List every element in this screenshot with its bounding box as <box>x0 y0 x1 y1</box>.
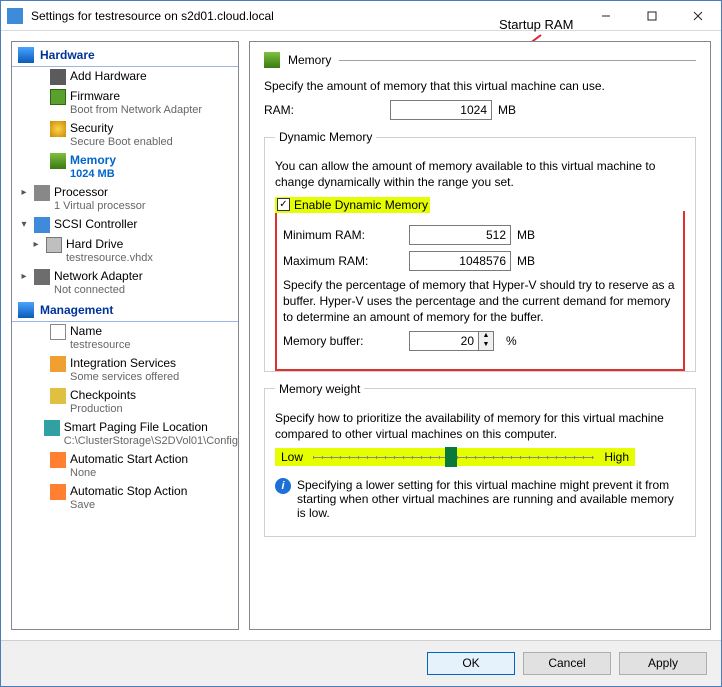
buffer-spinner[interactable]: ▲▼ <box>479 331 494 351</box>
scsi-icon <box>34 217 50 233</box>
management-icon <box>18 302 34 318</box>
sidebar-item-scsi[interactable]: ▾ SCSI Controller <box>12 215 238 235</box>
auto-start-icon <box>50 452 66 468</box>
firmware-icon <box>50 89 66 105</box>
integration-icon <box>50 356 66 372</box>
settings-window: Startup RAM Settings for testresource on… <box>0 0 722 687</box>
ram-input[interactable] <box>390 100 492 120</box>
memory-weight-legend: Memory weight <box>275 382 364 396</box>
sidebar-item-network[interactable]: ▸ Network AdapterNot connected <box>12 267 238 299</box>
window-title: Settings for testresource on s2d01.cloud… <box>29 9 274 23</box>
app-icon <box>7 8 23 24</box>
smart-paging-icon <box>44 420 60 436</box>
hardware-icon <box>18 47 34 63</box>
unit-mb: MB <box>498 103 516 117</box>
minimize-button[interactable] <box>583 1 629 31</box>
sidebar-item-firmware[interactable]: FirmwareBoot from Network Adapter <box>12 87 238 119</box>
sidebar[interactable]: Hardware Add Hardware FirmwareBoot from … <box>11 41 239 630</box>
titlebar: Settings for testresource on s2d01.cloud… <box>1 1 721 31</box>
intro-text: Specify the amount of memory that this v… <box>264 78 696 94</box>
network-icon <box>34 269 50 285</box>
memory-weight-slider[interactable]: Low High <box>275 448 635 466</box>
info-icon: i <box>275 478 291 494</box>
unit-mb: MB <box>517 254 535 268</box>
min-ram-label: Minimum RAM: <box>283 228 403 242</box>
enable-dynamic-memory-checkbox[interactable]: ✓ <box>277 198 290 211</box>
auto-stop-icon <box>50 484 66 500</box>
section-hardware: Hardware <box>12 44 238 67</box>
pane-title: Memory <box>288 53 331 67</box>
checkpoints-icon <box>50 388 66 404</box>
collapse-icon[interactable]: ▾ <box>18 218 30 232</box>
section-label: Hardware <box>40 48 95 62</box>
max-ram-input[interactable] <box>409 251 511 271</box>
buffer-label: Memory buffer: <box>283 334 403 348</box>
memory-icon <box>50 153 66 169</box>
hard-drive-icon <box>46 237 62 253</box>
sidebar-item-integration[interactable]: Integration ServicesSome services offere… <box>12 354 238 386</box>
unit-mb: MB <box>517 228 535 242</box>
section-label: Management <box>40 303 113 317</box>
sidebar-item-processor[interactable]: ▸ Processor1 Virtual processor <box>12 183 238 215</box>
dynamic-memory-legend: Dynamic Memory <box>275 130 376 144</box>
sidebar-item-auto-start[interactable]: Automatic Start ActionNone <box>12 450 238 482</box>
ok-button[interactable]: OK <box>427 652 515 675</box>
shield-icon <box>50 121 66 137</box>
close-button[interactable] <box>675 1 721 31</box>
apply-button[interactable]: Apply <box>619 652 707 675</box>
sidebar-item-hard-drive[interactable]: ▸ Hard Drivetestresource.vhdx <box>12 235 238 267</box>
expand-icon[interactable]: ▸ <box>18 270 30 284</box>
add-hardware-icon <box>50 69 66 85</box>
min-ram-input[interactable] <box>409 225 511 245</box>
ram-label: RAM: <box>264 103 384 117</box>
buffer-desc: Specify the percentage of memory that Hy… <box>283 277 677 325</box>
buffer-input[interactable] <box>409 331 479 351</box>
slider-high-label: High <box>604 450 629 464</box>
sidebar-item-security[interactable]: SecuritySecure Boot enabled <box>12 119 238 151</box>
slider-low-label: Low <box>281 450 303 464</box>
max-ram-label: Maximum RAM: <box>283 254 403 268</box>
cancel-button[interactable]: Cancel <box>523 652 611 675</box>
annotation-startup-ram: Startup RAM <box>499 17 573 32</box>
processor-icon <box>34 185 50 201</box>
sidebar-item-name[interactable]: Nametestresource <box>12 322 238 354</box>
expand-icon[interactable]: ▸ <box>18 186 30 200</box>
maximize-button[interactable] <box>629 1 675 31</box>
section-management: Management <box>12 299 238 322</box>
memory-weight-group: Memory weight Specify how to prioritize … <box>264 382 696 537</box>
memory-icon <box>264 52 280 68</box>
dynamic-memory-desc: You can allow the amount of memory avail… <box>275 158 685 190</box>
sidebar-item-add-hardware[interactable]: Add Hardware <box>12 67 238 87</box>
slider-thumb[interactable] <box>445 447 457 467</box>
sidebar-item-checkpoints[interactable]: CheckpointsProduction <box>12 386 238 418</box>
name-icon <box>50 324 66 340</box>
unit-percent: % <box>506 334 517 348</box>
dialog-footer: OK Cancel Apply <box>1 640 721 686</box>
enable-dynamic-memory-label: Enable Dynamic Memory <box>294 198 428 212</box>
content-pane: Memory Specify the amount of memory that… <box>249 41 711 630</box>
expand-icon[interactable]: ▸ <box>30 238 42 252</box>
sidebar-item-smart-paging[interactable]: Smart Paging File LocationC:\ClusterStor… <box>12 418 238 450</box>
sidebar-item-auto-stop[interactable]: Automatic Stop ActionSave <box>12 482 238 514</box>
memory-weight-info: Specifying a lower setting for this virt… <box>297 478 685 520</box>
sidebar-item-memory[interactable]: Memory1024 MB <box>12 151 238 183</box>
memory-weight-desc: Specify how to prioritize the availabili… <box>275 410 685 442</box>
dynamic-memory-group: Dynamic Memory You can allow the amount … <box>264 130 696 372</box>
dynamic-memory-redbox: Minimum RAM: MB Maximum RAM: MB Specify … <box>275 211 685 371</box>
